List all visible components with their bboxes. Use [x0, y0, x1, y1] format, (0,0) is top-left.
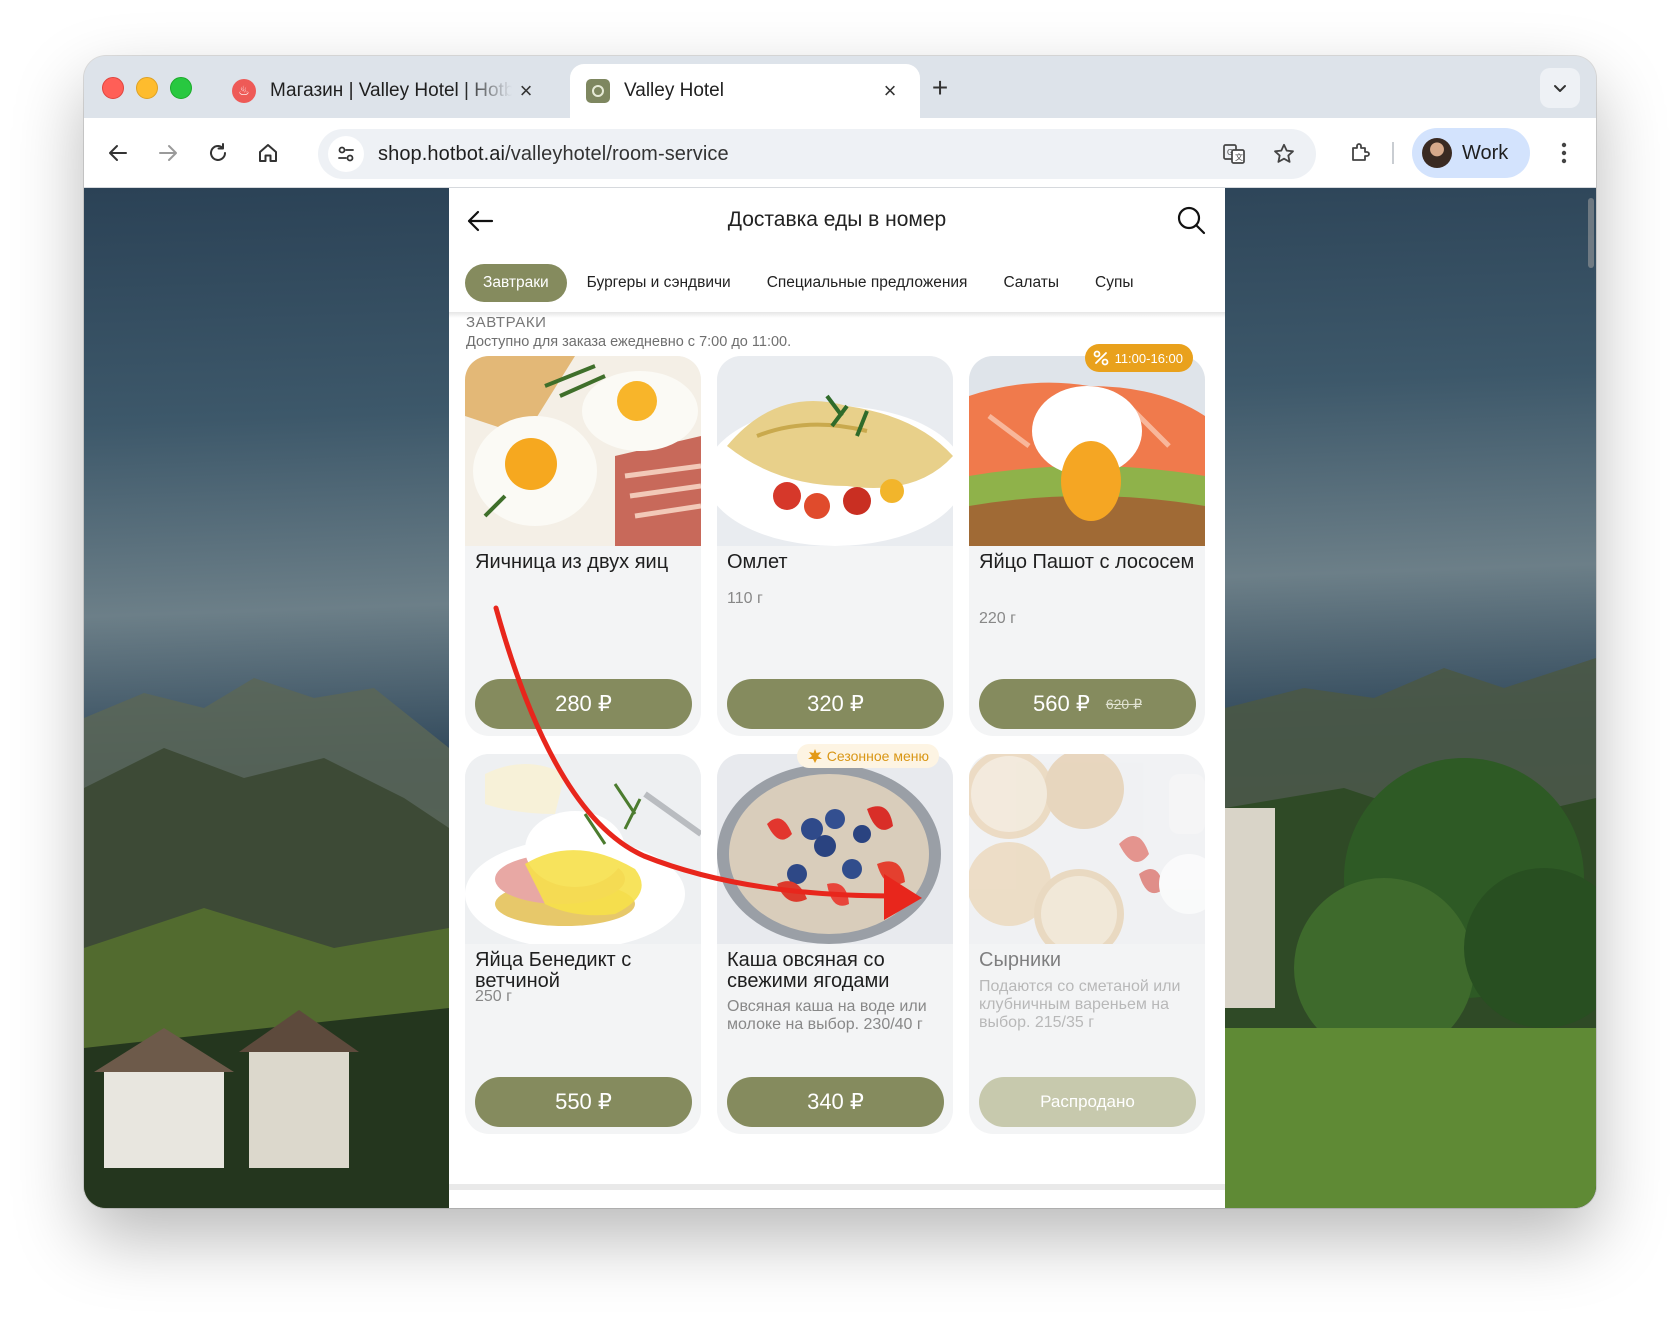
item-description: Овсяная каша на воде или молоке на выбор… — [727, 998, 927, 1033]
url-path: /valleyhotel/room-service — [505, 142, 729, 165]
maximize-window-button[interactable] — [170, 77, 192, 99]
price-button[interactable]: 550 ₽ — [475, 1077, 692, 1127]
price-label: 280 ₽ — [555, 691, 612, 716]
category-tabs: Завтраки Бургеры и сэндвичи Специальные … — [465, 264, 1151, 302]
tabs-divider — [449, 312, 1225, 318]
panel-header: Доставка еды в номер — [449, 188, 1225, 252]
menu-item-card[interactable]: 11:00-16:00 Яйцо Пашот с лососем 220 г 5… — [969, 344, 1205, 736]
price-label: 560 ₽ — [1033, 691, 1090, 716]
price-label: 340 ₽ — [807, 1089, 864, 1114]
extensions-icon[interactable] — [1342, 135, 1378, 171]
browser-window: ♨ Магазин | Valley Hotel | Hotbot × Vall… — [84, 56, 1596, 1208]
section-subtitle: Доступно для заказа ежедневно с 7:00 до … — [466, 334, 792, 350]
tab-strip: ♨ Магазин | Valley Hotel | Hotbot × Vall… — [84, 56, 1596, 118]
sold-out-button[interactable]: Распродано — [979, 1077, 1196, 1127]
tab-shop[interactable]: ♨ Магазин | Valley Hotel | Hotbot × — [216, 64, 556, 118]
menu-item-card[interactable]: Омлет 110 г 320 ₽ — [717, 356, 953, 736]
close-window-button[interactable] — [102, 77, 124, 99]
percent-icon — [1093, 350, 1108, 366]
tab-salads[interactable]: Салаты — [985, 264, 1077, 302]
svg-text:G: G — [1227, 148, 1233, 157]
menu-item-card[interactable]: Яичница из двух яиц 280 ₽ — [465, 356, 701, 736]
search-icon — [1177, 206, 1206, 235]
poached-egg-salmon-image — [969, 356, 1205, 546]
omelette-image — [717, 356, 953, 546]
address-bar[interactable]: shop.hotbot.ai/valleyhotel/room-service … — [318, 129, 1316, 179]
item-name: Яйцо Пашот с лососем — [979, 551, 1195, 573]
old-price-label: 620 ₽ — [1105, 695, 1142, 712]
back-button[interactable] — [100, 135, 136, 171]
url-text: shop.hotbot.ai/valleyhotel/room-service — [378, 143, 729, 166]
item-weight: 110 г — [727, 590, 763, 607]
url-host: shop.hotbot.ai — [378, 142, 506, 165]
panel-bottom-divider — [449, 1184, 1225, 1190]
tab-title: Valley Hotel — [624, 80, 724, 101]
hotbot-favicon-icon: ♨ — [232, 79, 256, 103]
close-icon[interactable]: × — [512, 77, 540, 105]
price-button[interactable]: 320 ₽ — [727, 679, 944, 729]
tab-burgers[interactable]: Бургеры и сэндвичи — [569, 264, 749, 302]
badge-label: 11:00-16:00 — [1114, 350, 1183, 366]
search-button[interactable] — [1173, 202, 1209, 238]
discount-time-badge: 11:00-16:00 — [1084, 344, 1193, 372]
site-settings-icon[interactable] — [328, 136, 364, 172]
profile-button[interactable]: Work — [1412, 128, 1530, 178]
tab-search-button[interactable] — [1540, 68, 1580, 108]
item-name: Сырники — [979, 949, 1062, 971]
home-icon — [259, 144, 277, 162]
reload-icon — [210, 143, 226, 161]
fried-eggs-image — [465, 356, 701, 546]
plus-icon[interactable]: + — [924, 72, 956, 104]
price-button[interactable]: 280 ₽ — [475, 679, 692, 729]
price-button[interactable]: 560 ₽ 620 ₽ — [979, 679, 1196, 729]
forward-arrow-icon — [159, 145, 177, 161]
back-arrow-icon — [109, 145, 127, 161]
forward-button[interactable] — [150, 135, 186, 171]
price-button[interactable]: 340 ₽ — [727, 1077, 944, 1127]
close-icon[interactable]: × — [876, 77, 904, 105]
seasonal-menu-badge: Сезонное меню — [796, 744, 939, 768]
tab-valley-hotel[interactable]: Valley Hotel × — [570, 64, 920, 118]
menu-item-card[interactable]: Сырники Подаются со сметаной или клубнич… — [969, 754, 1205, 1134]
item-name: Яичница из двух яиц — [475, 551, 669, 573]
profile-label: Work — [1462, 141, 1509, 164]
item-name: Яйца Бенедикт с ветчиной — [475, 949, 632, 992]
oatmeal-berries-image — [717, 754, 953, 944]
tab-specials[interactable]: Специальные предложения — [749, 264, 986, 302]
price-label: 320 ₽ — [807, 691, 864, 716]
page-viewport: Доставка еды в номер Завтраки Бургеры и … — [84, 188, 1596, 1208]
item-description: Подаются со сметаной или клубничным варе… — [979, 978, 1181, 1031]
reload-button[interactable] — [200, 135, 236, 171]
tab-soups[interactable]: Супы — [1077, 264, 1151, 302]
minimize-window-button[interactable] — [136, 77, 158, 99]
svg-text:文: 文 — [1235, 152, 1243, 162]
tab-breakfasts[interactable]: Завтраки — [465, 264, 567, 302]
item-name: Каша овсяная со свежими ягодами — [727, 949, 890, 992]
home-button[interactable] — [250, 135, 286, 171]
page-scrollbar[interactable] — [1588, 198, 1594, 268]
bookmark-star-icon[interactable] — [1266, 136, 1302, 172]
page-title: Доставка еды в номер — [727, 208, 947, 231]
toolbar-divider — [1392, 142, 1394, 164]
syrniki-image — [969, 754, 1205, 944]
eggs-benedict-image — [465, 754, 701, 944]
kebab-menu-icon[interactable] — [1546, 135, 1582, 171]
menu-item-card[interactable]: Сезонное меню Каша овсяная со свежими яг… — [717, 744, 953, 1134]
chevron-down-icon — [1554, 85, 1566, 92]
item-name: Омлет — [727, 551, 788, 573]
price-label: 550 ₽ — [555, 1089, 612, 1114]
translate-icon[interactable]: G文 — [1216, 136, 1252, 172]
badge-label: Сезонное меню — [826, 748, 929, 764]
leaf-icon — [807, 749, 822, 763]
avatar — [1422, 138, 1452, 168]
item-weight: 250 г — [475, 988, 512, 1005]
sold-out-label: Распродано — [1040, 1092, 1135, 1111]
item-weight: 220 г — [979, 610, 1016, 627]
room-service-panel: Доставка еды в номер Завтраки Бургеры и … — [449, 188, 1225, 1208]
tab-title: Магазин | Valley Hotel | Hotbot — [270, 80, 512, 101]
valley-hotel-favicon-icon — [586, 79, 610, 103]
menu-item-card[interactable]: Яйца Бенедикт с ветчиной 250 г 550 ₽ — [465, 754, 701, 1134]
browser-toolbar: shop.hotbot.ai/valleyhotel/room-service … — [84, 118, 1596, 188]
section-title: ЗАВТРАКИ — [466, 314, 547, 331]
